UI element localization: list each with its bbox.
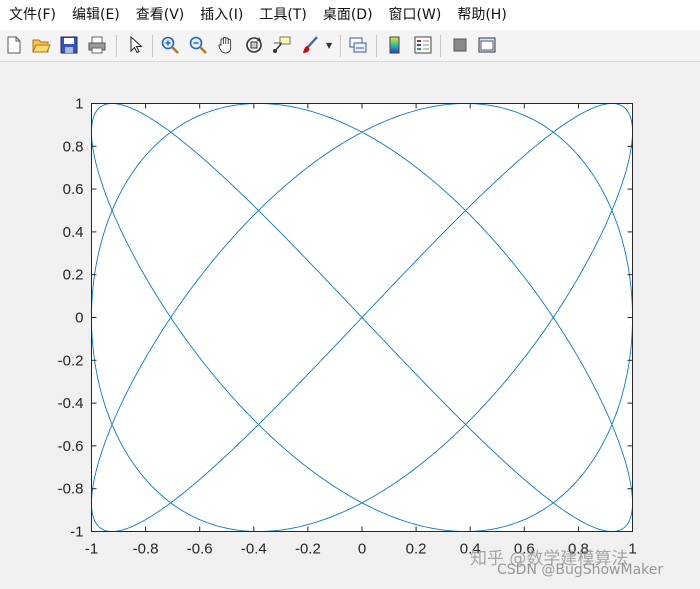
link-plot-icon[interactable] [347, 34, 369, 56]
x-tick-label: -0.4 [241, 541, 267, 558]
brush-dropdown-icon[interactable]: ▼ [326, 40, 334, 52]
open-file-icon[interactable] [30, 34, 52, 56]
x-tick-label: -0.2 [295, 541, 321, 558]
figure-toolbar: ▼ [0, 30, 700, 62]
y-tick-label: -1 [70, 524, 83, 541]
y-tick-label: -0.2 [58, 352, 84, 369]
y-tick-label: 0.8 [63, 138, 84, 155]
y-tick-label: 0 [75, 310, 83, 327]
x-tick-label: 0.2 [406, 541, 427, 558]
y-tick-label: -0.6 [58, 438, 84, 455]
hide-plot-tools-icon[interactable] [449, 34, 471, 56]
save-icon[interactable] [58, 34, 80, 56]
zoom-out-icon[interactable] [187, 34, 209, 56]
y-tick-label: 0.4 [63, 224, 84, 241]
print-icon[interactable] [86, 34, 108, 56]
y-tick-label: 0.2 [63, 267, 84, 284]
y-tick-label: -0.8 [58, 481, 84, 498]
menu-view[interactable]: 查看(V) [131, 3, 190, 27]
menu-window[interactable]: 窗口(W) [384, 3, 447, 27]
brush-icon[interactable] [299, 34, 321, 56]
x-tick-label: 1 [628, 541, 636, 558]
legend-icon[interactable] [412, 34, 434, 56]
zoom-in-icon[interactable] [159, 34, 181, 56]
menu-bar: 文件(F) 编辑(E) 查看(V) 插入(I) 工具(T) 桌面(D) 窗口(W… [0, 0, 700, 30]
y-tick-label: -0.4 [58, 395, 84, 412]
menu-help[interactable]: 帮助(H) [452, 3, 511, 27]
x-tick-label: -1 [85, 541, 98, 558]
data-cursor-icon[interactable] [271, 34, 293, 56]
menu-edit[interactable]: 编辑(E) [67, 3, 125, 27]
axes-plot[interactable]: -1 -0.8 -0.6 -0.4 -0.2 0 0.2 0.4 0.6 0.8 1 10.80.6… [0, 62, 700, 589]
menu-file[interactable]: 文件(F) [4, 3, 61, 27]
y-tick-label: 0.6 [63, 181, 84, 198]
x-tick-label: -0.6 [187, 541, 213, 558]
x-tick-label: -0.8 [133, 541, 159, 558]
menu-tools[interactable]: 工具(T) [254, 3, 311, 27]
new-figure-icon[interactable] [3, 34, 25, 56]
watermark-csdn: CSDN @BugShowMaker [497, 562, 664, 578]
figure-canvas: -1 -0.8 -0.6 -0.4 -0.2 0 0.2 0.4 0.6 0.8 1 1 0.8 0.6… [0, 62, 700, 589]
colorbar-icon[interactable] [384, 34, 406, 56]
rotate-3d-icon[interactable] [243, 34, 265, 56]
menu-insert[interactable]: 插入(I) [195, 3, 248, 27]
pointer-icon[interactable] [124, 34, 146, 56]
x-tick-label: 0 [358, 541, 366, 558]
pan-hand-icon[interactable] [215, 34, 237, 56]
y-tick-label: 1 [75, 96, 83, 113]
menu-desktop[interactable]: 桌面(D) [318, 3, 378, 27]
show-plot-tools-icon[interactable] [476, 34, 498, 56]
